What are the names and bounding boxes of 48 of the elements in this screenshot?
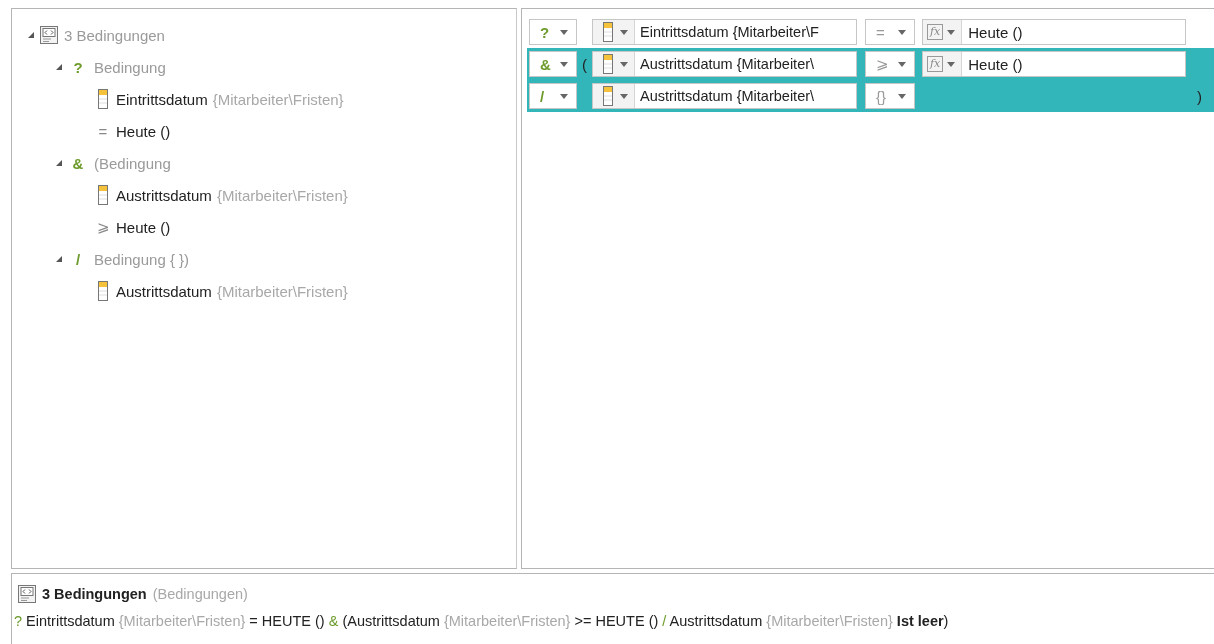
- field-path: {Mitarbeiter\Fristen}: [212, 90, 344, 108]
- tree-item-label[interactable]: Heute (): [116, 218, 171, 236]
- field-name[interactable]: Austrittsdatum: [116, 186, 212, 204]
- value-field[interactable]: fx Heute (): [922, 51, 1186, 77]
- caret-icon: [947, 61, 956, 67]
- summary-type: (Bedingungen): [152, 586, 248, 602]
- field-name[interactable]: Eintrittsdatum: [116, 90, 208, 108]
- column-icon: [603, 54, 613, 74]
- field-path: {Mitarbeiter\Fristen}: [216, 282, 348, 300]
- expand-icon[interactable]: [55, 159, 63, 167]
- caret-icon: [898, 61, 906, 67]
- field-dropdown[interactable]: Austrittsdatum {Mitarbeiter\: [592, 51, 857, 77]
- column-icon: [98, 89, 108, 109]
- expand-icon[interactable]: [27, 31, 35, 39]
- code-document-icon: [40, 26, 58, 44]
- column-icon: [603, 86, 613, 106]
- caret-icon: [560, 61, 568, 67]
- code-document-icon: [18, 585, 36, 603]
- field-name[interactable]: Austrittsdatum: [116, 282, 212, 300]
- tree-item-label[interactable]: Heute (): [116, 122, 171, 140]
- caret-icon: [620, 29, 628, 35]
- condition-row[interactable]: / Austrittsdatum {Mitarbeiter\ {} ): [527, 80, 1214, 112]
- caret-icon: [898, 29, 906, 35]
- column-icon: [98, 281, 108, 301]
- expand-icon[interactable]: [55, 63, 63, 71]
- column-icon: [98, 185, 108, 205]
- caret-icon: [560, 29, 568, 35]
- operator-symbol: ⩾: [95, 218, 111, 236]
- summary-title: 3 Bedingungen: [42, 586, 147, 602]
- connector-symbol: ?: [72, 58, 84, 76]
- expand-icon[interactable]: [55, 255, 63, 263]
- caret-icon: [898, 93, 906, 99]
- caret-icon: [947, 29, 956, 35]
- column-icon: [603, 22, 613, 42]
- parenthesis: ): [1197, 87, 1202, 105]
- caret-icon: [620, 93, 628, 99]
- field-path: {Mitarbeiter\Fristen}: [216, 186, 348, 204]
- field-dropdown[interactable]: Eintrittsdatum {Mitarbeiter\F: [592, 19, 857, 45]
- parenthesis: (: [581, 55, 588, 73]
- connector-symbol: /: [74, 250, 82, 268]
- formula-text: ? Eintrittsdatum {Mitarbeiter\Fristen} = HEUTE () & (Austrittsdatum {Mitarbeiter\Fristen} >= HEUTE () / Austrittsdatum {Mitarbeiter\Fristen} Ist leer): [14, 613, 950, 629]
- operator-symbol: =: [97, 122, 109, 140]
- caret-icon: [560, 93, 568, 99]
- field-dropdown[interactable]: Austrittsdatum {Mitarbeiter\: [592, 83, 857, 109]
- condition-row[interactable]: & ( Austrittsdatum {Mitarbeiter\ ⩾ fx Heute (): [527, 48, 1214, 80]
- caret-icon: [620, 61, 628, 67]
- connector-symbol: &: [71, 154, 85, 172]
- value-field[interactable]: fx Heute (): [922, 19, 1186, 45]
